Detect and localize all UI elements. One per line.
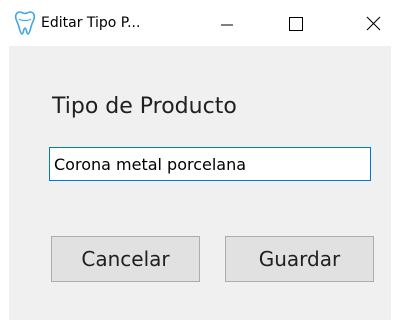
close-icon <box>366 16 381 31</box>
minimize-button[interactable] <box>204 0 250 46</box>
minimize-icon <box>221 24 233 26</box>
save-button[interactable]: Guardar <box>225 236 374 282</box>
title-bar[interactable]: Editar Tipo P... <box>0 0 404 46</box>
tooth-icon <box>14 10 36 36</box>
close-button[interactable] <box>350 0 396 46</box>
field-label: Tipo de Producto <box>52 94 237 119</box>
cancel-button[interactable]: Cancelar <box>51 236 200 282</box>
product-type-input[interactable] <box>49 147 371 181</box>
dialog-body: Tipo de Producto Cancelar Guardar <box>9 46 391 320</box>
maximize-button[interactable] <box>272 0 318 46</box>
dialog-window: Editar Tipo P... Tipo de Producto Cancel… <box>0 0 404 320</box>
maximize-icon <box>289 17 303 31</box>
window-title: Editar Tipo P... <box>41 15 141 31</box>
